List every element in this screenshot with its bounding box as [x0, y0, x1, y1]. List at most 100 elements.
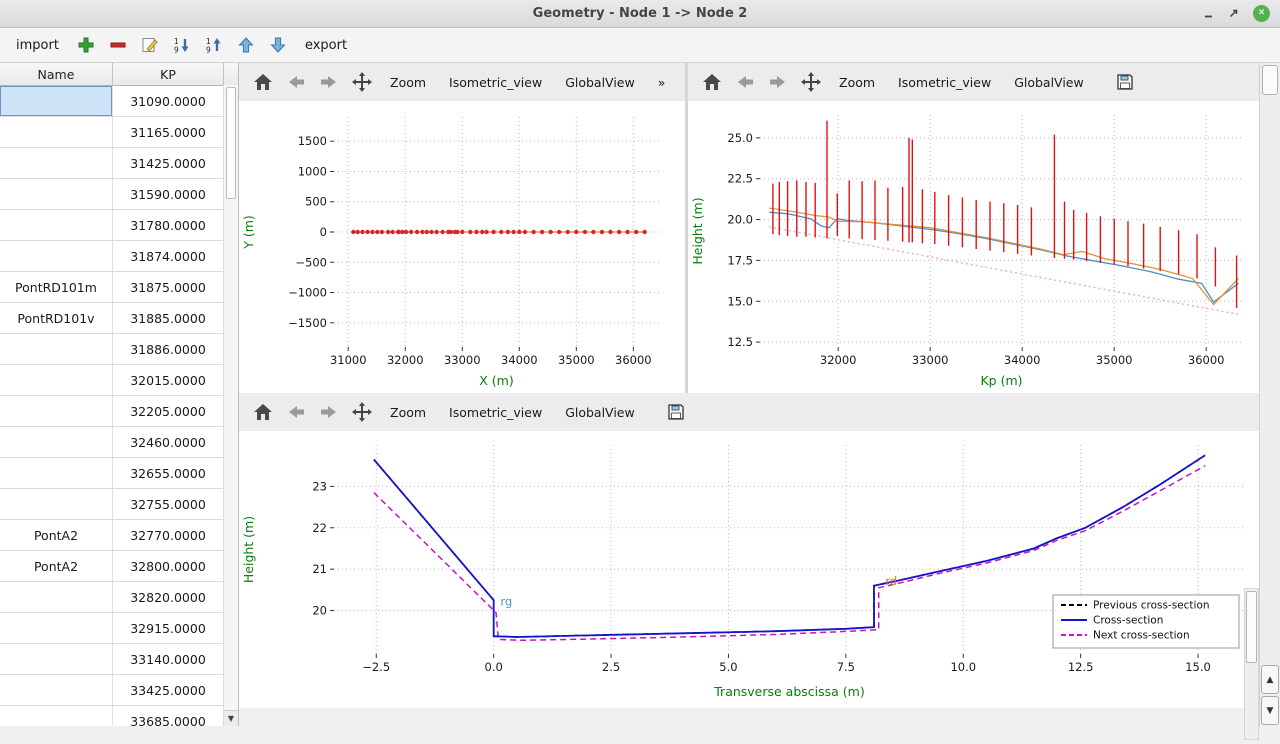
table-row[interactable]: 32820.0000	[0, 582, 238, 613]
name-cell[interactable]	[0, 458, 113, 488]
name-cell[interactable]	[0, 241, 113, 271]
table-row[interactable]: 31165.0000	[0, 117, 238, 148]
forward-icon[interactable]	[315, 402, 343, 422]
back-icon[interactable]	[731, 72, 759, 92]
kp-cell[interactable]: 32755.0000	[113, 489, 224, 519]
scroll-down-button[interactable]: ▼	[1261, 696, 1279, 725]
back-icon[interactable]	[282, 72, 310, 92]
global-view-button[interactable]: GlobalView	[556, 400, 644, 425]
table-row[interactable]: PontA232770.0000	[0, 520, 238, 551]
kp-cell[interactable]: 31165.0000	[113, 117, 224, 147]
name-cell[interactable]	[0, 675, 113, 705]
name-cell[interactable]	[0, 644, 113, 674]
isometric-view-button[interactable]: Isometric_view	[440, 70, 551, 95]
table-row[interactable]: 31425.0000	[0, 148, 238, 179]
toolbar-overflow-button[interactable]: »	[649, 70, 675, 95]
table-row[interactable]: 32015.0000	[0, 365, 238, 396]
profile-chart[interactable]: 320003300034000350003600012.515.017.520.…	[688, 101, 1259, 393]
sort-descending-icon[interactable]: 19	[173, 36, 191, 54]
name-cell[interactable]	[0, 396, 113, 426]
name-cell[interactable]: PontRD101v	[0, 303, 113, 333]
kp-cell[interactable]: 32915.0000	[113, 613, 224, 643]
remove-row-icon[interactable]	[109, 36, 127, 54]
name-cell[interactable]	[0, 613, 113, 643]
table-row[interactable]: 31780.0000	[0, 210, 238, 241]
table-row[interactable]: 31874.0000	[0, 241, 238, 272]
sort-ascending-icon[interactable]: 19	[205, 36, 223, 54]
kp-cell[interactable]: 32770.0000	[113, 520, 224, 550]
kp-cell[interactable]: 31425.0000	[113, 148, 224, 178]
table-row[interactable]: 33140.0000	[0, 644, 238, 675]
kp-cell[interactable]: 31090.0000	[113, 86, 224, 116]
name-cell[interactable]	[0, 706, 113, 726]
table-row[interactable]: 33685.0000	[0, 706, 238, 726]
restore-button[interactable]	[1228, 8, 1239, 19]
name-cell[interactable]	[0, 365, 113, 395]
column-header-kp[interactable]: KP	[113, 63, 224, 85]
vertical-scrollbar-thumb[interactable]	[1262, 65, 1278, 95]
add-row-icon[interactable]	[77, 36, 95, 54]
move-down-icon[interactable]	[269, 36, 287, 54]
name-cell[interactable]	[0, 148, 113, 178]
table-row[interactable]: 32755.0000	[0, 489, 238, 520]
home-icon[interactable]	[249, 71, 277, 93]
export-button[interactable]: export	[301, 35, 351, 56]
save-icon[interactable]	[663, 401, 689, 423]
name-cell[interactable]	[0, 489, 113, 519]
panel-scrollbar-thumb[interactable]	[1246, 591, 1257, 663]
kp-cell[interactable]: 32655.0000	[113, 458, 224, 488]
kp-cell[interactable]: 32015.0000	[113, 365, 224, 395]
forward-icon[interactable]	[315, 72, 343, 92]
table-row[interactable]: 32655.0000	[0, 458, 238, 489]
pan-icon[interactable]	[348, 400, 376, 424]
name-cell[interactable]	[0, 427, 113, 457]
name-cell[interactable]	[0, 334, 113, 364]
name-cell[interactable]	[0, 86, 113, 116]
kp-cell[interactable]: 33140.0000	[113, 644, 224, 674]
kp-cell[interactable]: 32800.0000	[113, 551, 224, 581]
kp-cell[interactable]: 32820.0000	[113, 582, 224, 612]
name-cell[interactable]: PontA2	[0, 551, 113, 581]
kp-cell[interactable]: 31886.0000	[113, 334, 224, 364]
panel-scrollbar[interactable]	[1244, 588, 1259, 740]
table-row[interactable]: 33425.0000	[0, 675, 238, 706]
name-cell[interactable]	[0, 117, 113, 147]
import-button[interactable]: import	[12, 35, 63, 56]
home-icon[interactable]	[249, 401, 277, 423]
table-scroll-down-icon[interactable]: ▼	[224, 710, 238, 726]
table-row[interactable]: 32460.0000	[0, 427, 238, 458]
table-row[interactable]: 31886.0000	[0, 334, 238, 365]
close-button[interactable]: ✕	[1253, 5, 1270, 22]
minimize-button[interactable]	[1203, 8, 1214, 19]
edit-icon[interactable]	[141, 36, 159, 54]
pan-icon[interactable]	[348, 70, 376, 94]
kp-cell[interactable]: 33425.0000	[113, 675, 224, 705]
forward-icon[interactable]	[764, 72, 792, 92]
kp-cell[interactable]: 32460.0000	[113, 427, 224, 457]
name-cell[interactable]	[0, 179, 113, 209]
move-up-icon[interactable]	[237, 36, 255, 54]
table-scrollbar[interactable]: ▼	[223, 85, 238, 726]
name-cell[interactable]	[0, 582, 113, 612]
isometric-view-button[interactable]: Isometric_view	[440, 400, 551, 425]
zoom-button[interactable]: Zoom	[381, 400, 435, 425]
kp-cell[interactable]: 33685.0000	[113, 706, 224, 726]
scroll-up-button[interactable]: ▲	[1261, 665, 1279, 694]
table-row[interactable]: PontRD101v31885.0000	[0, 303, 238, 334]
table-row[interactable]: PontA232800.0000	[0, 551, 238, 582]
home-icon[interactable]	[698, 71, 726, 93]
column-header-name[interactable]: Name	[0, 63, 113, 85]
vertical-scrollbar[interactable]: ▲ ▼	[1259, 63, 1280, 726]
kp-cell[interactable]: 31780.0000	[113, 210, 224, 240]
table-row[interactable]: 32205.0000	[0, 396, 238, 427]
kp-cell[interactable]: 31590.0000	[113, 179, 224, 209]
name-cell[interactable]: PontRD101m	[0, 272, 113, 302]
vertical-scrollbar-track[interactable]	[1260, 97, 1280, 664]
table-row[interactable]: 31590.0000	[0, 179, 238, 210]
kp-cell[interactable]: 31874.0000	[113, 241, 224, 271]
cross-section-chart[interactable]: −2.50.02.55.07.510.012.515.020212223rgrd…	[239, 431, 1259, 708]
back-icon[interactable]	[282, 402, 310, 422]
kp-cell[interactable]: 31875.0000	[113, 272, 224, 302]
kp-cell[interactable]: 32205.0000	[113, 396, 224, 426]
isometric-view-button[interactable]: Isometric_view	[889, 70, 1000, 95]
